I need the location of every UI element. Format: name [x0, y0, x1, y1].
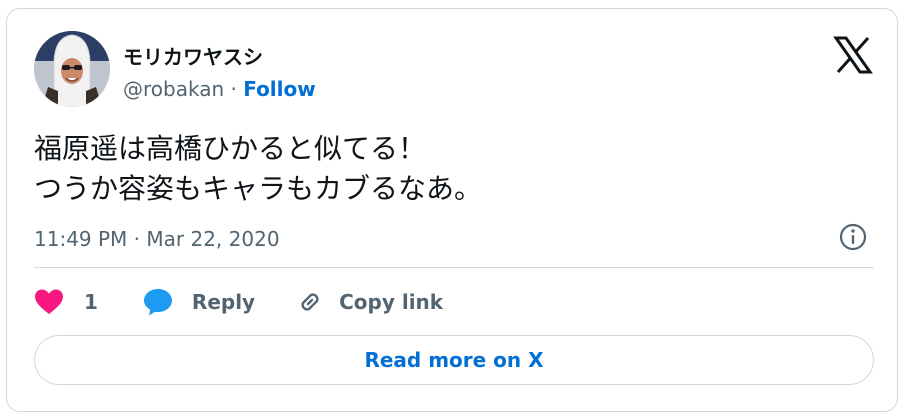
timestamp[interactable]: 11:49 PM · Mar 22, 2020 [34, 227, 280, 251]
separator: · [224, 77, 244, 101]
info-icon[interactable] [837, 221, 869, 253]
heart-icon [35, 289, 63, 314]
like-count: 1 [84, 290, 98, 314]
x-logo-icon[interactable] [833, 35, 873, 75]
follow-link[interactable]: Follow [243, 77, 316, 101]
avatar[interactable] [34, 31, 110, 107]
handle[interactable]: @robakan [123, 77, 224, 101]
link-icon [301, 293, 319, 311]
handle-row: @robakan · Follow [123, 77, 316, 101]
avatar-image [34, 31, 110, 107]
speech-bubble-icon [143, 289, 172, 316]
like-button[interactable]: 1 [34, 288, 98, 316]
display-name[interactable]: モリカワヤスシ [123, 41, 263, 70]
tweet-text: 福原遥は高橋ひかると似てる！ つうか容姿もキャラもカブるなあ。 [34, 129, 874, 209]
divider [34, 267, 874, 268]
reply-label: Reply [191, 290, 256, 314]
copy-link-button[interactable]: Copy link [295, 287, 443, 317]
action-bar: 1 Reply Copy link [34, 285, 443, 319]
reply-button[interactable]: Reply [142, 287, 255, 317]
read-more-button[interactable]: Read more on X [34, 335, 874, 385]
tweet-text-line: 福原遥は高橋ひかると似てる！ [34, 132, 427, 165]
copy-link-label: Copy link [339, 290, 444, 314]
tweet-text-line: つうか容姿もキャラもカブるなあ。 [34, 172, 483, 205]
tweet-card: モリカワヤスシ @robakan · Follow 福原遥は高橋ひかると似てる！… [6, 8, 898, 412]
